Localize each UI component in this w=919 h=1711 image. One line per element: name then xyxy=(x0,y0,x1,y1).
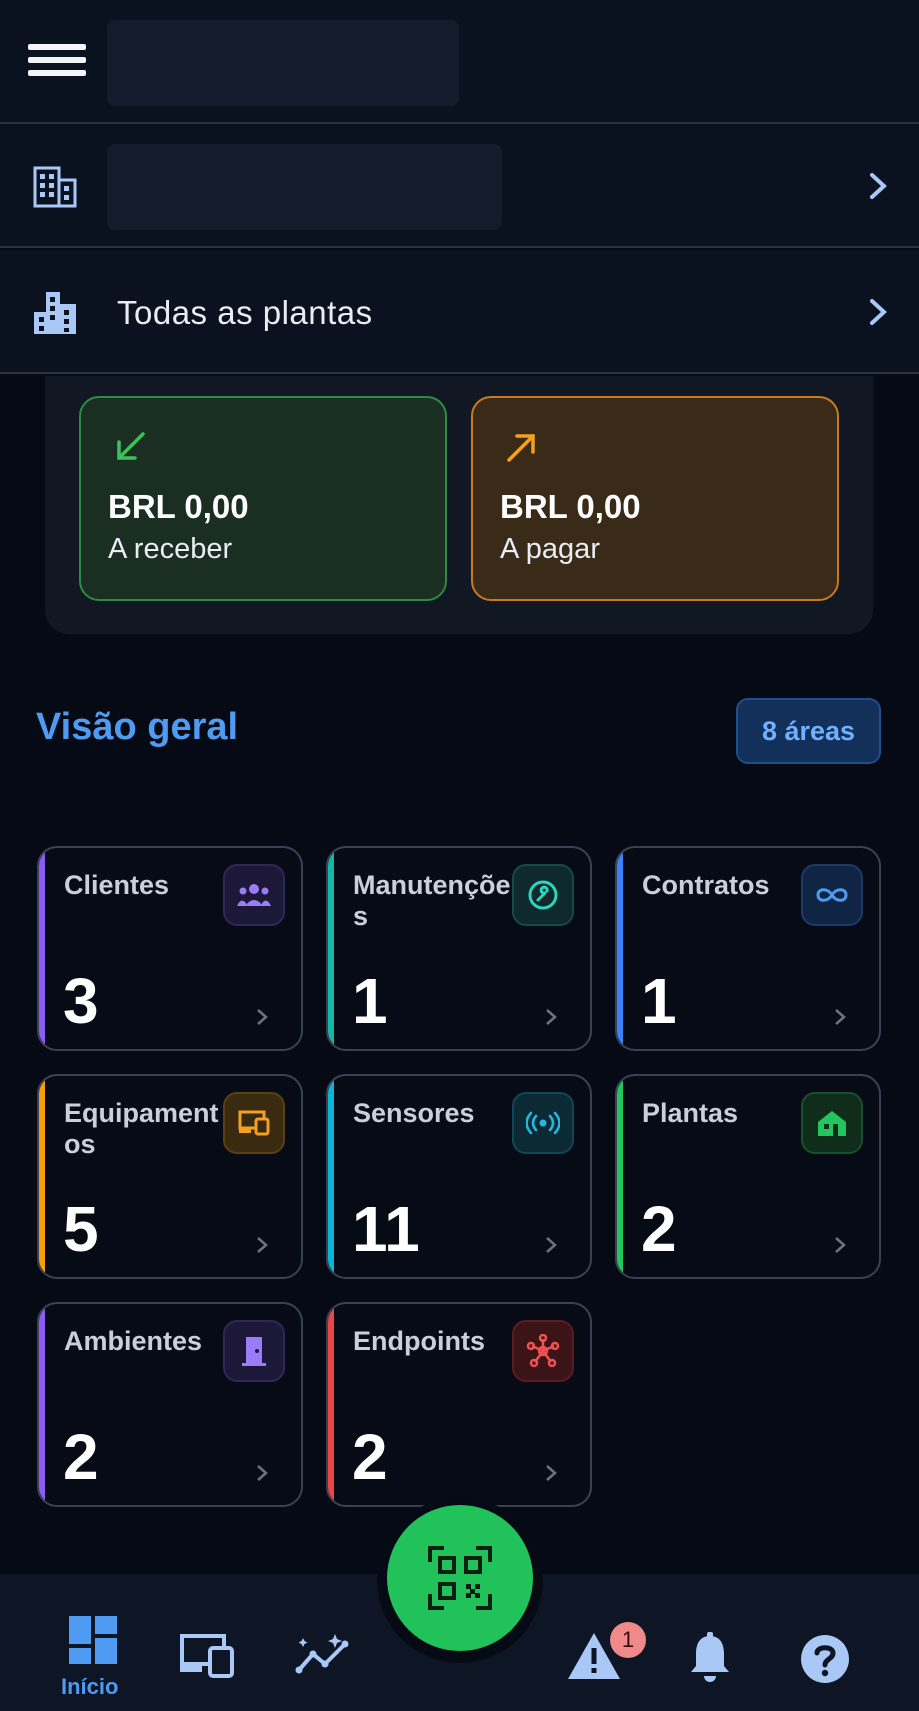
tile-count: 3 xyxy=(63,965,99,1037)
tile-ambientes[interactable]: Ambientes 2 xyxy=(37,1302,303,1507)
tile-manutencoes[interactable]: Manutenções 1 xyxy=(326,846,592,1051)
tile-count: 2 xyxy=(352,1421,388,1493)
devices-icon xyxy=(180,1634,234,1678)
receivable-label: A receber xyxy=(108,533,233,565)
receivable-amount: BRL 0,00 xyxy=(108,488,249,525)
tile-label: Clientes xyxy=(64,870,170,900)
tile-count: 2 xyxy=(63,1421,99,1493)
receivable-card[interactable]: BRL 0,00 A receber xyxy=(79,396,447,601)
office-building-icon xyxy=(33,166,77,208)
company-name-placeholder xyxy=(107,144,502,230)
tile-label: Endpoints xyxy=(353,1326,485,1356)
top-app-bar xyxy=(0,0,919,124)
finance-summary: BRL 0,00 A receber BRL 0,00 A pagar xyxy=(45,376,873,634)
city-buildings-icon xyxy=(34,292,76,334)
chevron-right-icon xyxy=(257,1465,268,1481)
wrench-icon xyxy=(512,864,574,926)
tile-count: 2 xyxy=(641,1193,677,1265)
users-icon xyxy=(223,864,285,926)
chevron-right-icon xyxy=(835,1009,846,1025)
tile-plantas[interactable]: Plantas 2 xyxy=(615,1074,881,1279)
sensor-icon xyxy=(512,1092,574,1154)
network-icon xyxy=(512,1320,574,1382)
title-placeholder xyxy=(107,20,459,106)
devices-icon xyxy=(223,1092,285,1154)
help-icon xyxy=(801,1635,849,1683)
chevron-right-icon xyxy=(870,173,887,199)
nav-home[interactable]: Início xyxy=(55,1612,135,1702)
tile-sensores[interactable]: Sensores 11 xyxy=(326,1074,592,1279)
chevron-right-icon xyxy=(546,1465,557,1481)
areas-badge: 8 áreas xyxy=(736,698,881,764)
tile-endpoints[interactable]: Endpoints 2 xyxy=(326,1302,592,1507)
nav-analytics[interactable] xyxy=(295,1632,355,1682)
chevron-right-icon xyxy=(870,299,887,325)
hamburger-icon[interactable] xyxy=(28,44,86,82)
tile-label: Equipamentos xyxy=(64,1098,219,1159)
tile-label: Sensores xyxy=(353,1098,475,1128)
chevron-right-icon xyxy=(257,1009,268,1025)
tile-contratos[interactable]: Contratos 1 xyxy=(615,846,881,1051)
nav-home-label: Início xyxy=(61,1674,119,1699)
tile-label: Ambientes xyxy=(64,1326,203,1356)
nav-help[interactable] xyxy=(800,1634,850,1684)
dashboard-icon xyxy=(69,1616,117,1664)
chevron-right-icon xyxy=(546,1237,557,1253)
analytics-icon xyxy=(295,1634,349,1674)
payable-label: A pagar xyxy=(500,533,600,565)
infinity-icon xyxy=(801,864,863,926)
company-selector[interactable] xyxy=(0,124,919,248)
chevron-right-icon xyxy=(835,1237,846,1253)
plant-selector-label: Todas as plantas xyxy=(117,294,373,331)
tile-clientes[interactable]: Clientes 3 xyxy=(37,846,303,1051)
tile-count: 11 xyxy=(352,1193,420,1265)
tile-count: 1 xyxy=(641,965,677,1037)
tile-label: Manutenções xyxy=(353,870,511,931)
tile-label: Contratos xyxy=(642,870,770,900)
nav-devices[interactable] xyxy=(178,1632,238,1682)
qr-code-icon xyxy=(428,1546,492,1610)
arrow-up-right-icon xyxy=(507,434,535,462)
overview-title: Visão geral xyxy=(36,706,239,748)
payable-card[interactable]: BRL 0,00 A pagar xyxy=(471,396,839,601)
chevron-right-icon xyxy=(546,1009,557,1025)
nav-notifications[interactable] xyxy=(688,1632,732,1684)
qr-scan-button[interactable] xyxy=(387,1505,533,1651)
door-icon xyxy=(223,1320,285,1382)
arrow-down-left-icon xyxy=(117,432,145,460)
payable-amount: BRL 0,00 xyxy=(500,488,641,525)
tile-count: 1 xyxy=(352,965,388,1037)
tile-label: Plantas xyxy=(642,1098,739,1128)
house-icon xyxy=(801,1092,863,1154)
alerts-count-badge: 1 xyxy=(610,1622,646,1658)
bell-icon xyxy=(691,1632,729,1682)
plant-selector[interactable]: Todas as plantas xyxy=(0,250,919,374)
chevron-right-icon xyxy=(257,1237,268,1253)
tile-count: 5 xyxy=(63,1193,99,1265)
tile-equipamentos[interactable]: Equipamentos 5 xyxy=(37,1074,303,1279)
